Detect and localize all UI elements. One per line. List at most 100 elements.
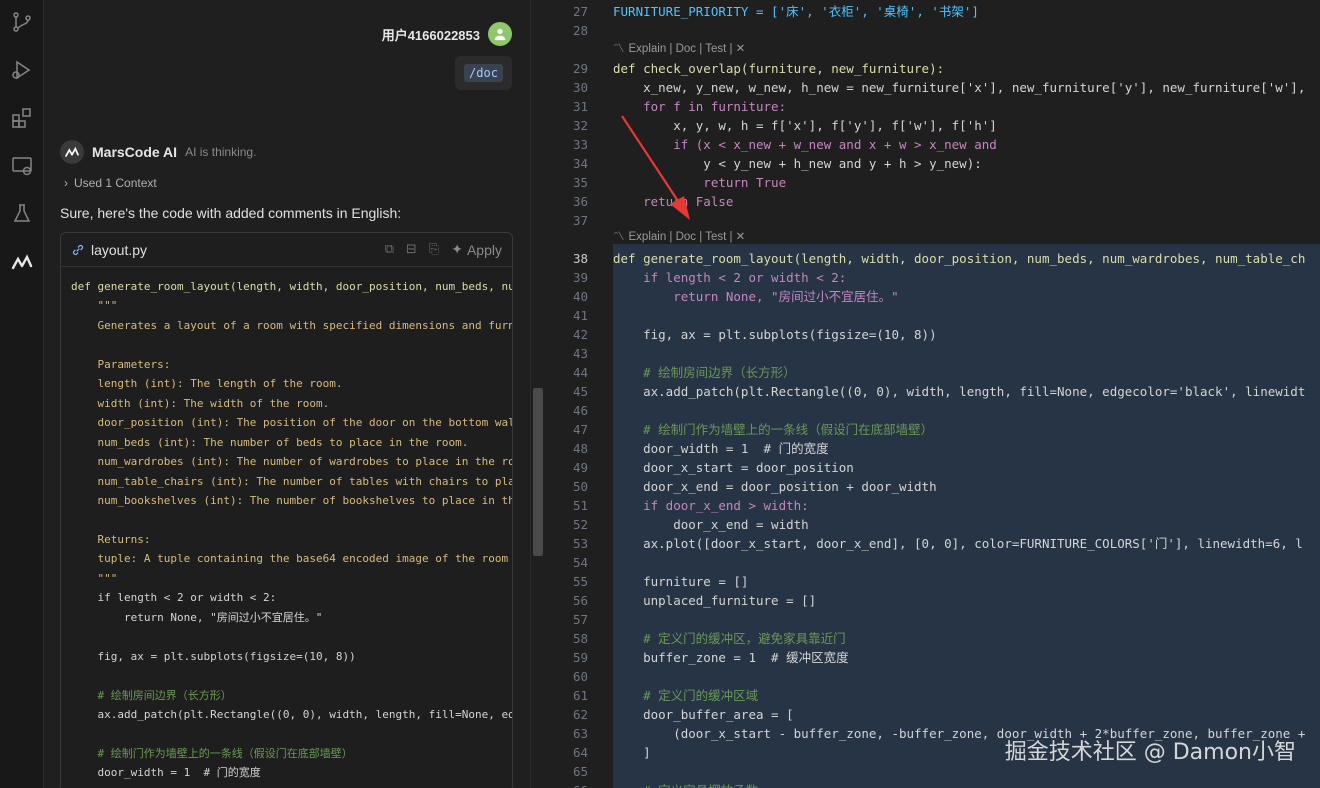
line-number: 47 <box>572 422 588 437</box>
code-line: num_bookshelves (int): The number of boo… <box>71 493 513 507</box>
code-line[interactable]: FURNITURE_PRIORITY = ['床', '衣柜', '桌椅', '… <box>613 2 979 21</box>
user-avatar <box>488 22 512 46</box>
line-number: 45 <box>572 384 588 399</box>
line-number: 40 <box>572 289 588 304</box>
used-context-toggle[interactable]: › Used 1 Context <box>64 176 157 190</box>
code-line[interactable]: def check_overlap(furniture, new_furnitu… <box>613 59 944 78</box>
code-line[interactable]: x_new, y_new, w_new, h_new = new_furnitu… <box>613 78 1305 97</box>
code-line[interactable]: ax.add_patch(plt.Rectangle((0, 0), width… <box>613 382 1305 401</box>
code-line[interactable]: # 定义门的缓冲区，避免家具靠近门 <box>613 629 846 648</box>
codelens-label: Explain | Doc | Test | ✕ <box>628 43 746 55</box>
code-line[interactable]: furniture = [] <box>613 572 748 591</box>
ai-intro-text: Sure, here's the code with added comment… <box>60 205 402 221</box>
code-line: door_width = 1 # 门的宽度 <box>71 766 261 780</box>
line-number: 54 <box>572 555 588 570</box>
line-number: 55 <box>572 574 588 589</box>
file-name: layout.py <box>91 241 148 258</box>
code-line: ax.add_patch(plt.Rectangle((0, 0), width… <box>71 707 513 721</box>
code-line[interactable]: if door_x_end > width: <box>613 496 809 515</box>
code-line: # 绘制房间边界（长方形） <box>71 688 232 702</box>
user-message-bubble: /doc <box>455 56 512 90</box>
watermark: 掘金技术社区 @ Damon小智 <box>1004 740 1296 765</box>
line-number: 57 <box>572 612 588 627</box>
chat-scrollbar-thumb[interactable] <box>533 388 543 556</box>
code-block-card: layout.py ⧉ ⊟ ⎘ ✦ Apply def generate_roo… <box>60 232 513 788</box>
line-number: 62 <box>572 707 588 722</box>
code-line[interactable]: # 定义门的缓冲区域 <box>613 686 758 705</box>
code-line[interactable]: door_x_start = door_position <box>613 458 854 477</box>
ai-message-header: MarsCode AI AI is thinking. <box>60 140 256 164</box>
testing-flask-icon[interactable] <box>8 200 36 228</box>
line-number: 30 <box>572 80 588 95</box>
code-line: # 绘制门作为墙壁上的一条线（假设门在底部墙壁） <box>71 746 353 760</box>
doc-command-tag: /doc <box>464 64 503 82</box>
line-number: 64 <box>572 745 588 760</box>
code-line[interactable]: unplaced_furniture = [] <box>613 591 816 610</box>
code-line[interactable]: door_width = 1 # 门的宽度 <box>613 439 828 458</box>
context-label: Used 1 Context <box>74 176 157 190</box>
line-number: 66 <box>544 783 588 788</box>
line-number: 27 <box>572 4 588 19</box>
line-number: 38 <box>572 251 588 266</box>
chat-scrollbar[interactable] <box>530 0 544 788</box>
file-link[interactable]: layout.py <box>71 242 147 258</box>
codelens-generate-room-layout[interactable]: 〽 Explain | Doc | Test | ✕ <box>613 228 745 244</box>
line-number: 28 <box>572 23 588 38</box>
user-name: 用户4166022853 <box>381 27 480 43</box>
code-editor[interactable]: 〽 Explain | Doc | Test | ✕ 〽 Explain | D… <box>544 0 1320 788</box>
user-message-header: 用户4166022853 <box>382 22 512 46</box>
line-number: 61 <box>572 688 588 703</box>
code-line[interactable]: door_buffer_area = [ <box>613 705 794 724</box>
line-number: 29 <box>572 61 588 76</box>
code-line[interactable]: ] <box>613 743 651 762</box>
source-control-icon[interactable] <box>8 8 36 36</box>
extensions-icon[interactable] <box>8 104 36 132</box>
code-line[interactable]: ax.plot([door_x_start, door_x_end], [0, … <box>613 534 1303 553</box>
marscode-lens-icon: 〽 <box>613 43 625 55</box>
code-line: tuple: A tuple containing the base64 enc… <box>71 552 509 566</box>
line-number: 33 <box>572 137 588 152</box>
insert-icon[interactable]: ⊟ <box>406 242 417 257</box>
code-line[interactable]: return None, "房间过小不宜居住。" <box>613 287 898 306</box>
activity-bar <box>0 0 44 788</box>
code-line[interactable]: buffer_zone = 1 # 缓冲区宽度 <box>613 648 849 667</box>
code-line: Parameters: <box>71 357 171 371</box>
apply-button[interactable]: ✦ Apply <box>451 241 502 258</box>
link-icon <box>72 244 84 255</box>
new-file-icon[interactable]: ⎘ <box>429 242 439 257</box>
line-number: 35 <box>572 175 588 190</box>
run-debug-icon[interactable] <box>8 56 36 84</box>
apply-label: Apply <box>466 241 502 258</box>
codelens-check-overlap[interactable]: 〽 Explain | Doc | Test | ✕ <box>613 40 745 56</box>
code-line[interactable]: # 绘制房间边界（长方形） <box>613 363 796 382</box>
line-number: 42 <box>572 327 588 342</box>
code-line: num_wardrobes (int): The number of wardr… <box>71 455 513 469</box>
code-line[interactable]: if length < 2 or width < 2: <box>613 268 846 287</box>
line-number: 41 <box>572 308 588 323</box>
codelens-label: Explain | Doc | Test | ✕ <box>628 231 746 243</box>
code-line[interactable]: # 定义家具摆放函数 <box>613 781 758 788</box>
code-line[interactable]: door_x_end = width <box>613 515 808 534</box>
code-line: """ <box>71 571 118 585</box>
remote-explorer-icon[interactable] <box>8 152 36 180</box>
line-number: 56 <box>572 593 588 608</box>
code-line[interactable]: door_x_end = door_position + door_width <box>613 477 937 496</box>
code-line[interactable]: fig, ax = plt.subplots(figsize=(10, 8)) <box>613 325 937 344</box>
code-line: def generate_room_layout(length, width, … <box>71 280 513 293</box>
line-number: 32 <box>572 118 588 133</box>
annotation-arrow <box>621 115 690 220</box>
copy-icon[interactable]: ⧉ <box>385 242 394 257</box>
line-number: 49 <box>572 460 588 475</box>
line-number: 58 <box>572 631 588 646</box>
code-line: Generates a layout of a room with specif… <box>71 318 513 332</box>
line-number: 60 <box>572 669 588 684</box>
line-number: 43 <box>572 346 588 361</box>
code-line: """ <box>71 299 118 313</box>
code-line[interactable]: # 绘制门作为墙壁上的一条线（假设门在底部墙壁） <box>613 420 933 439</box>
code-line: Returns: <box>71 532 151 546</box>
code-line[interactable]: def generate_room_layout(length, width, … <box>613 249 1305 268</box>
marscode-logo-icon[interactable] <box>8 248 36 276</box>
line-number: 53 <box>572 536 588 551</box>
